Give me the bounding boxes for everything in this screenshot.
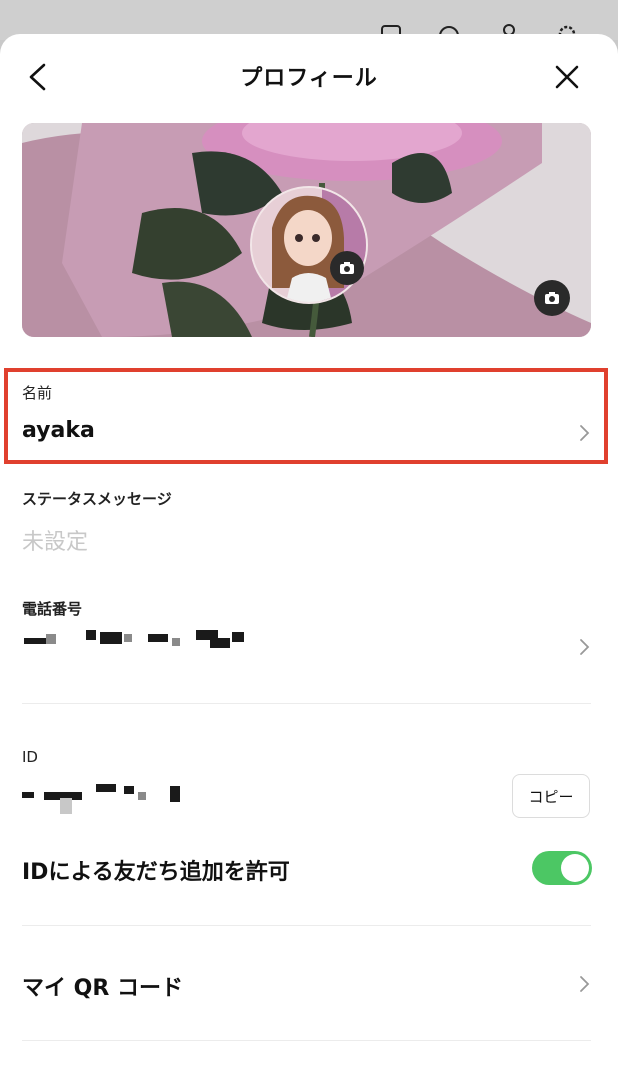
- cover-camera-button[interactable]: [534, 280, 570, 316]
- camera-icon: [545, 292, 559, 304]
- allow-id-label: IDによる友だち追加を許可: [22, 860, 290, 885]
- divider: [22, 925, 591, 926]
- chevron-right-icon: [580, 976, 590, 992]
- camera-icon: [340, 262, 354, 274]
- copy-button[interactable]: コピー: [512, 774, 590, 818]
- header: プロフィール: [0, 34, 618, 120]
- allow-id-toggle[interactable]: [532, 851, 592, 885]
- profile-sheet: プロフィール 名前 ayaka ステータスメッセージ 未設定 電話番号 ID コ…: [0, 34, 618, 1074]
- id-label: ID: [22, 748, 38, 766]
- avatar-camera-button[interactable]: [330, 251, 364, 285]
- status-message-label: ステータスメッセージ: [22, 490, 172, 508]
- divider: [22, 703, 591, 704]
- chevron-right-icon: [580, 639, 590, 655]
- toggle-knob: [561, 854, 589, 882]
- page-title: プロフィール: [240, 66, 378, 91]
- highlight-box: [4, 368, 608, 464]
- close-icon[interactable]: [554, 64, 580, 90]
- my-qr-label: マイ QR コード: [22, 976, 183, 1001]
- phone-label: 電話番号: [22, 600, 83, 618]
- divider: [22, 1040, 591, 1041]
- status-message-value: 未設定: [22, 530, 89, 555]
- avatar[interactable]: [250, 186, 368, 304]
